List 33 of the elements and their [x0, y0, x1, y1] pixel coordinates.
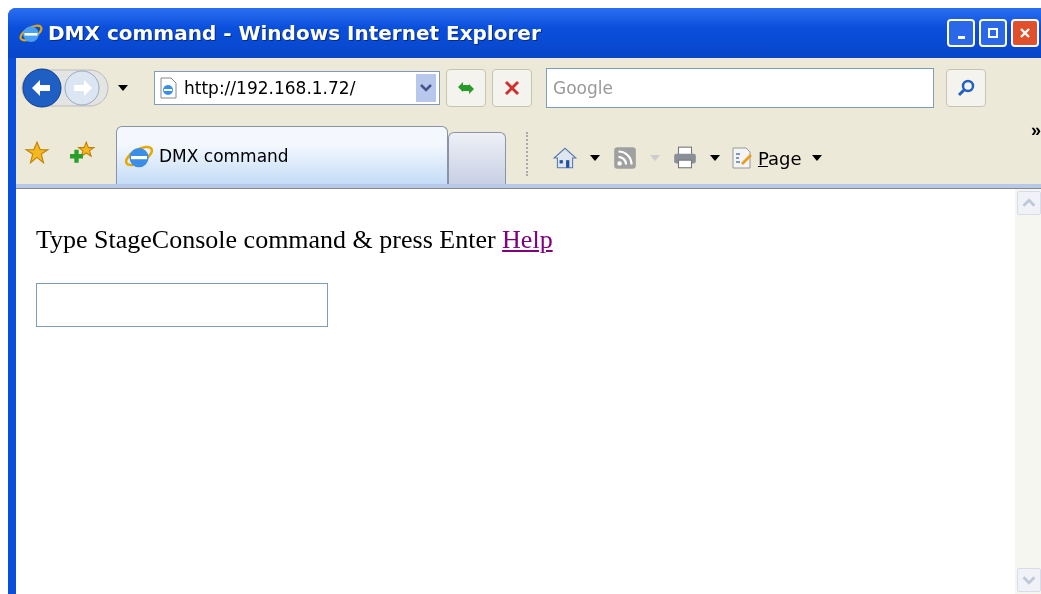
caret-icon	[811, 155, 822, 161]
dropdown-icon[interactable]	[416, 74, 436, 102]
page-menu-button[interactable]: Page	[730, 146, 822, 170]
refresh-button[interactable]	[446, 69, 486, 107]
caret-icon[interactable]	[590, 155, 600, 161]
caret-icon[interactable]	[710, 155, 720, 161]
star-icon[interactable]	[24, 140, 50, 166]
feed-icon[interactable]	[612, 145, 638, 171]
printer-icon[interactable]	[672, 145, 698, 171]
window-title: DMX command - Windows Internet Explorer	[48, 21, 542, 45]
new-tab-button[interactable]	[448, 132, 506, 184]
maximize-button[interactable]	[979, 19, 1007, 47]
add-star-icon[interactable]	[70, 140, 96, 166]
caret-icon	[650, 155, 660, 161]
search-field[interactable]: Google	[546, 68, 934, 108]
page-icon	[730, 146, 754, 170]
stop-icon	[502, 78, 522, 98]
address-field[interactable]: http://192.168.1.72/	[154, 71, 440, 105]
search-icon	[956, 78, 976, 98]
help-link[interactable]: Help	[502, 225, 553, 254]
browser-tab[interactable]: DMX command	[116, 126, 448, 184]
minimize-button[interactable]	[947, 19, 975, 47]
overflow-button[interactable]: »	[1031, 120, 1041, 141]
instruction-text: Type StageConsole command & press Enter	[36, 225, 496, 254]
home-icon[interactable]	[552, 145, 578, 171]
page-icon	[158, 77, 178, 99]
close-button[interactable]	[1011, 19, 1039, 47]
command-field[interactable]	[36, 283, 328, 327]
search-button[interactable]	[946, 69, 986, 107]
stop-button[interactable]	[492, 69, 532, 107]
caret-icon[interactable]	[118, 85, 128, 91]
maximize-icon	[985, 25, 1001, 41]
minimize-icon	[957, 35, 965, 39]
